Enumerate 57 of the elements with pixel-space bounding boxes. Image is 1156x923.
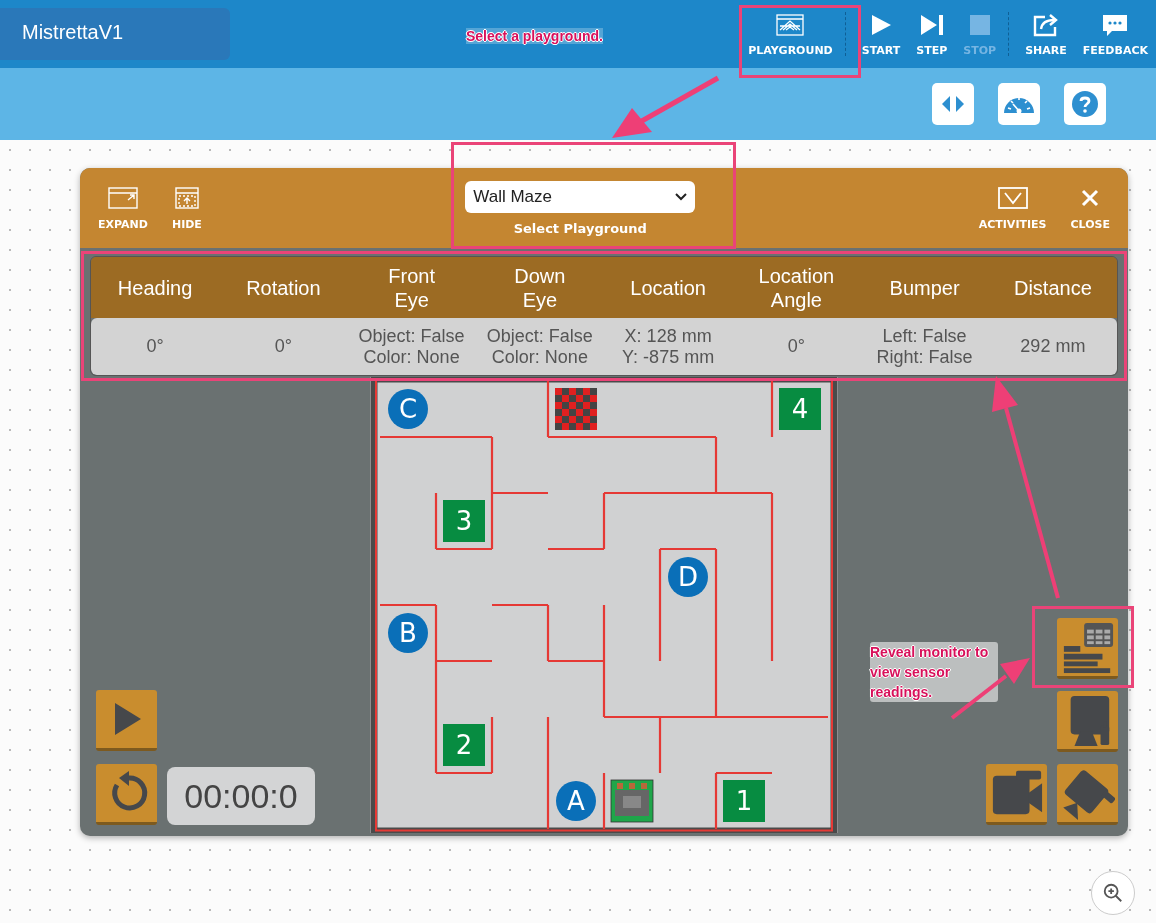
table-cell-text: 0° (145, 335, 165, 358)
project-name[interactable]: MistrettaV1 (0, 8, 230, 60)
toolbar-button[interactable]: FEEDBACK (1074, 0, 1156, 68)
dashboard-button[interactable] (998, 83, 1040, 125)
annotation-text: Select a playground. (466, 28, 603, 44)
toolbar-button[interactable]: SHARE (1017, 0, 1075, 68)
run-button[interactable] (96, 690, 157, 751)
caret-icon (675, 192, 688, 201)
table-cell-text: Left: False Right: False (875, 324, 974, 369)
playground-select[interactable]: Wall Maze (465, 180, 696, 213)
numbered-tile: 2 (443, 724, 485, 766)
table-cell-text: X: 128 mm Y: -875 mm (621, 324, 716, 369)
camera-view-button[interactable] (1057, 691, 1118, 752)
help-icon (1070, 89, 1100, 119)
column-header: Distance (1012, 275, 1093, 301)
waypoint-marker: C (388, 389, 428, 429)
numbered-tile: 4 (779, 388, 821, 430)
timer-display: 00:00:0 (167, 767, 315, 825)
annotation-text: Reveal monitor to view sensor readings. (870, 642, 998, 702)
help-button[interactable] (1064, 83, 1106, 125)
playground-icon (775, 11, 806, 38)
table-cell-text: 0° (786, 335, 806, 358)
panel-header-button[interactable]: CLOSE (1058, 185, 1122, 231)
checkered-tile (555, 388, 597, 430)
camera-view-button[interactable] (1057, 764, 1118, 825)
table-cell-text: 292 mm (1019, 335, 1087, 358)
toolbar-button[interactable]: START (853, 0, 909, 68)
numbered-tile: 1 (723, 780, 765, 822)
select-label: Select Playground (513, 220, 647, 236)
reset-button[interactable] (96, 764, 157, 825)
table-cell-text: 0° (273, 335, 293, 358)
zoom-in-icon (1102, 882, 1124, 904)
robot-icon (610, 779, 654, 823)
toolbar-button[interactable]: STEP (908, 0, 956, 68)
column-header: Location (629, 275, 707, 301)
table-cell-text: Object: False Color: None (485, 324, 594, 369)
monitor-button[interactable] (1057, 618, 1118, 679)
expand-icon (107, 185, 138, 210)
waypoint-marker: A (556, 781, 596, 821)
column-header: Down Eye (513, 263, 567, 313)
waypoint-marker: D (668, 557, 708, 597)
waypoint-marker: B (388, 613, 428, 653)
toolbar-button[interactable]: PLAYGROUND (740, 0, 841, 68)
panel-header-button[interactable]: ACTIVITIES (966, 185, 1059, 231)
column-header: Location Angle (757, 263, 836, 313)
table-cell-text: Object: False Color: None (357, 324, 466, 369)
column-header: Front Eye (387, 263, 436, 313)
code-view-button[interactable] (932, 83, 974, 125)
column-header: Bumper (888, 275, 961, 301)
panel-header-button[interactable]: HIDE (159, 185, 214, 231)
column-header: Heading (116, 275, 194, 301)
zoom-in-button[interactable] (1091, 871, 1135, 915)
activities-icon (997, 185, 1028, 210)
camera-view-button[interactable] (986, 764, 1047, 825)
panel-header-button[interactable]: EXPAND (86, 185, 160, 231)
column-header: Rotation (245, 275, 322, 301)
numbered-tile: 3 (443, 500, 485, 542)
